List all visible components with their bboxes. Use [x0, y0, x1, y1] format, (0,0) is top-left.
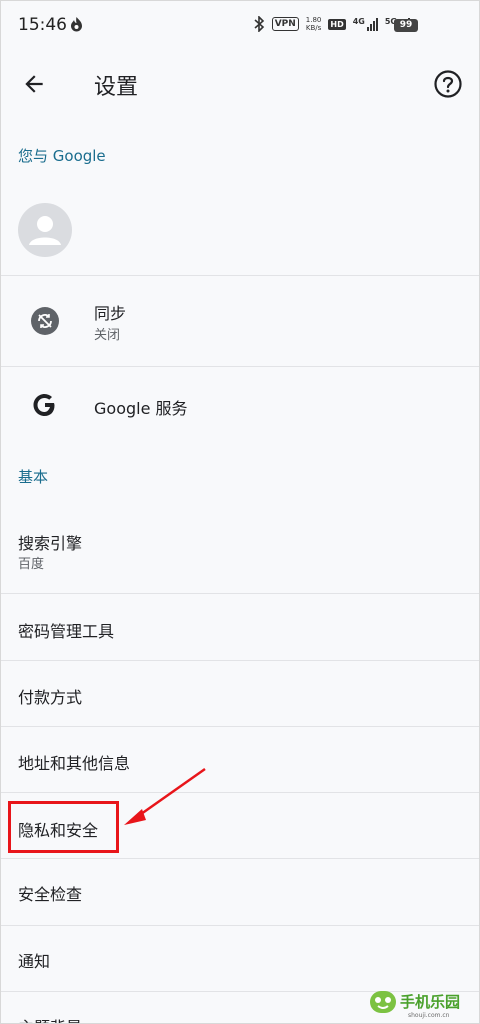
search-engine-title: 搜索引擎	[18, 534, 83, 553]
notifications-title: 通知	[18, 952, 51, 971]
vpn-badge: VPN	[271, 17, 299, 31]
safety-check-title: 安全检查	[18, 885, 83, 904]
arrow-back-icon	[25, 75, 43, 93]
status-indicators: VPN 1.80 KB/s HD 4G 5G	[253, 16, 410, 32]
hd-badge: HD	[328, 18, 346, 30]
person-icon	[29, 216, 61, 245]
sync-title: 同步	[94, 304, 127, 323]
avatar	[18, 203, 72, 257]
google-g-icon	[30, 390, 60, 420]
notifications-item[interactable]: 通知	[0, 926, 480, 991]
signal-4g-icon: 4G	[353, 17, 378, 31]
svg-text:shouji.com.cn: shouji.com.cn	[408, 1012, 450, 1019]
annotation-arrow-icon	[124, 767, 206, 825]
svg-text:手机乐园: 手机乐园	[400, 993, 460, 1011]
help-icon	[434, 70, 462, 98]
annotation-highlight-box	[8, 801, 119, 853]
sync-row[interactable]: 同步 关闭	[0, 276, 480, 366]
sync-status: 关闭	[94, 328, 121, 343]
sync-off-icon	[30, 306, 60, 336]
section-header-basics: 基本	[18, 468, 49, 486]
addresses-item[interactable]: 地址和其他信息	[0, 727, 480, 792]
back-button[interactable]	[18, 68, 50, 100]
battery-icon: 99	[394, 19, 418, 32]
addresses-title: 地址和其他信息	[18, 754, 131, 773]
app-toolbar: 设置	[0, 52, 480, 116]
status-bar: 15:46 VPN 1.80 KB/s HD 4G 5G 99	[0, 0, 480, 52]
help-button[interactable]	[432, 68, 464, 100]
safety-check-item[interactable]: 安全检查	[0, 859, 480, 925]
payment-methods-item[interactable]: 付款方式	[0, 661, 480, 726]
theme-title: 主题背景	[18, 1014, 82, 1024]
google-services-row[interactable]: Google 服务	[0, 367, 480, 445]
search-engine-value: 百度	[18, 557, 45, 572]
password-manager-title: 密码管理工具	[18, 622, 115, 641]
payment-methods-title: 付款方式	[18, 688, 83, 707]
page-title: 设置	[94, 75, 139, 100]
google-services-title: Google 服务	[94, 399, 188, 418]
watermark-logo: 手机乐园 shouji.com.cn	[368, 985, 476, 1019]
network-speed: 1.80 KB/s	[305, 16, 322, 32]
search-engine-item[interactable]: 搜索引擎 百度	[0, 505, 480, 593]
password-manager-item[interactable]: 密码管理工具	[0, 594, 480, 660]
status-time: 15:46	[18, 15, 67, 35]
account-row[interactable]	[0, 185, 480, 275]
app-notification-icon	[71, 17, 82, 32]
section-header-you-and-google: 您与 Google	[18, 147, 106, 165]
bluetooth-icon	[254, 16, 264, 32]
